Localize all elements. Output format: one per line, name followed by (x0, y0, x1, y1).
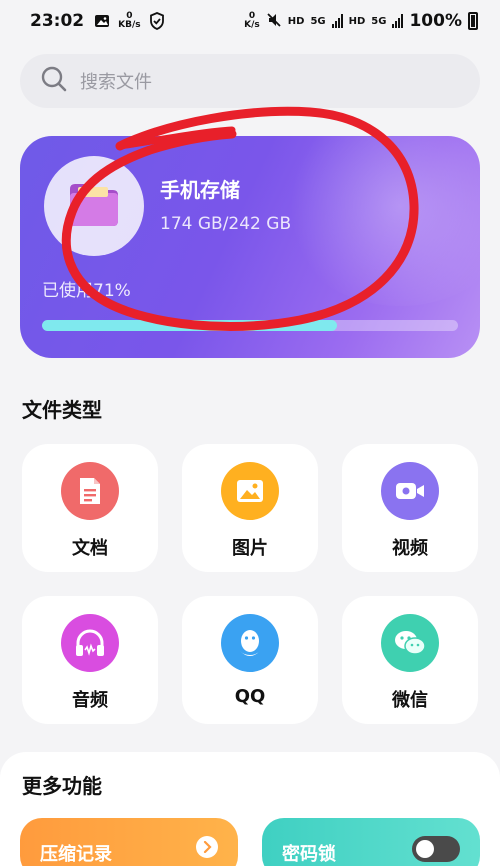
video-icon (381, 462, 439, 520)
network-speed-right: 0 K/s (244, 11, 260, 30)
status-bar: 23:02 0 KB/s 0 K/s HD 5G HD 5G 100% (0, 0, 500, 42)
headphones-icon (61, 614, 119, 672)
phone-storage-card[interactable]: 手机存储 174 GB/242 GB 已使用71% (20, 136, 480, 358)
storage-progress-bar (42, 320, 458, 331)
status-time: 23:02 (30, 11, 85, 31)
storage-size: 174 GB/242 GB (160, 214, 292, 234)
gallery-notification-icon (94, 13, 110, 29)
file-type-images[interactable]: 图片 (182, 444, 318, 572)
network-5g-2: 5G (371, 15, 387, 27)
file-type-documents[interactable]: 文档 (22, 444, 158, 572)
battery-percent: 100% (409, 11, 462, 31)
folder-icon-circle (44, 156, 144, 256)
chevron-right-icon (196, 836, 218, 858)
qq-icon (221, 614, 279, 672)
wechat-icon (381, 614, 439, 672)
file-type-qq[interactable]: QQ (182, 596, 318, 724)
file-type-label: 音频 (72, 690, 108, 711)
file-type-label: 视频 (392, 538, 428, 559)
shield-check-icon (149, 12, 165, 30)
file-type-label: 微信 (392, 690, 428, 711)
folder-icon (68, 181, 120, 231)
more-functions-heading: 更多功能 (22, 774, 102, 798)
file-type-label: 图片 (232, 538, 268, 559)
network-speed-left: 0 KB/s (118, 11, 141, 30)
storage-used-label: 已使用71% (42, 281, 131, 301)
signal-icon-2 (392, 14, 404, 28)
file-types-heading: 文件类型 (22, 398, 102, 422)
hd-label-1: HD (287, 15, 305, 27)
search-bar[interactable]: 搜索文件 (20, 54, 480, 108)
search-icon (40, 65, 68, 97)
mute-icon (266, 12, 282, 31)
signal-icon-1 (331, 14, 343, 28)
password-lock-button[interactable]: 密码锁 (262, 818, 480, 866)
red-circle-annotation (61, 106, 419, 331)
password-lock-toggle[interactable] (412, 836, 460, 862)
file-type-videos[interactable]: 视频 (342, 444, 478, 572)
file-type-audio[interactable]: 音频 (22, 596, 158, 724)
search-input[interactable]: 搜索文件 (80, 68, 152, 94)
card-glow-decoration (280, 136, 480, 306)
network-5g-1: 5G (310, 15, 326, 27)
document-icon (61, 462, 119, 520)
storage-progress-fill (42, 320, 338, 331)
hd-label-2: HD (348, 15, 366, 27)
file-type-wechat[interactable]: 微信 (342, 596, 478, 724)
battery-icon (468, 12, 478, 30)
password-lock-label: 密码锁 (282, 844, 336, 865)
file-type-label: 文档 (72, 538, 108, 559)
image-icon (221, 462, 279, 520)
status-right-group: 0 K/s HD 5G HD 5G 100% (244, 11, 478, 31)
compression-records-label: 压缩记录 (40, 844, 112, 865)
file-type-label: QQ (234, 686, 266, 707)
compression-records-button[interactable]: 压缩记录 (20, 818, 238, 866)
storage-title: 手机存储 (160, 178, 240, 202)
